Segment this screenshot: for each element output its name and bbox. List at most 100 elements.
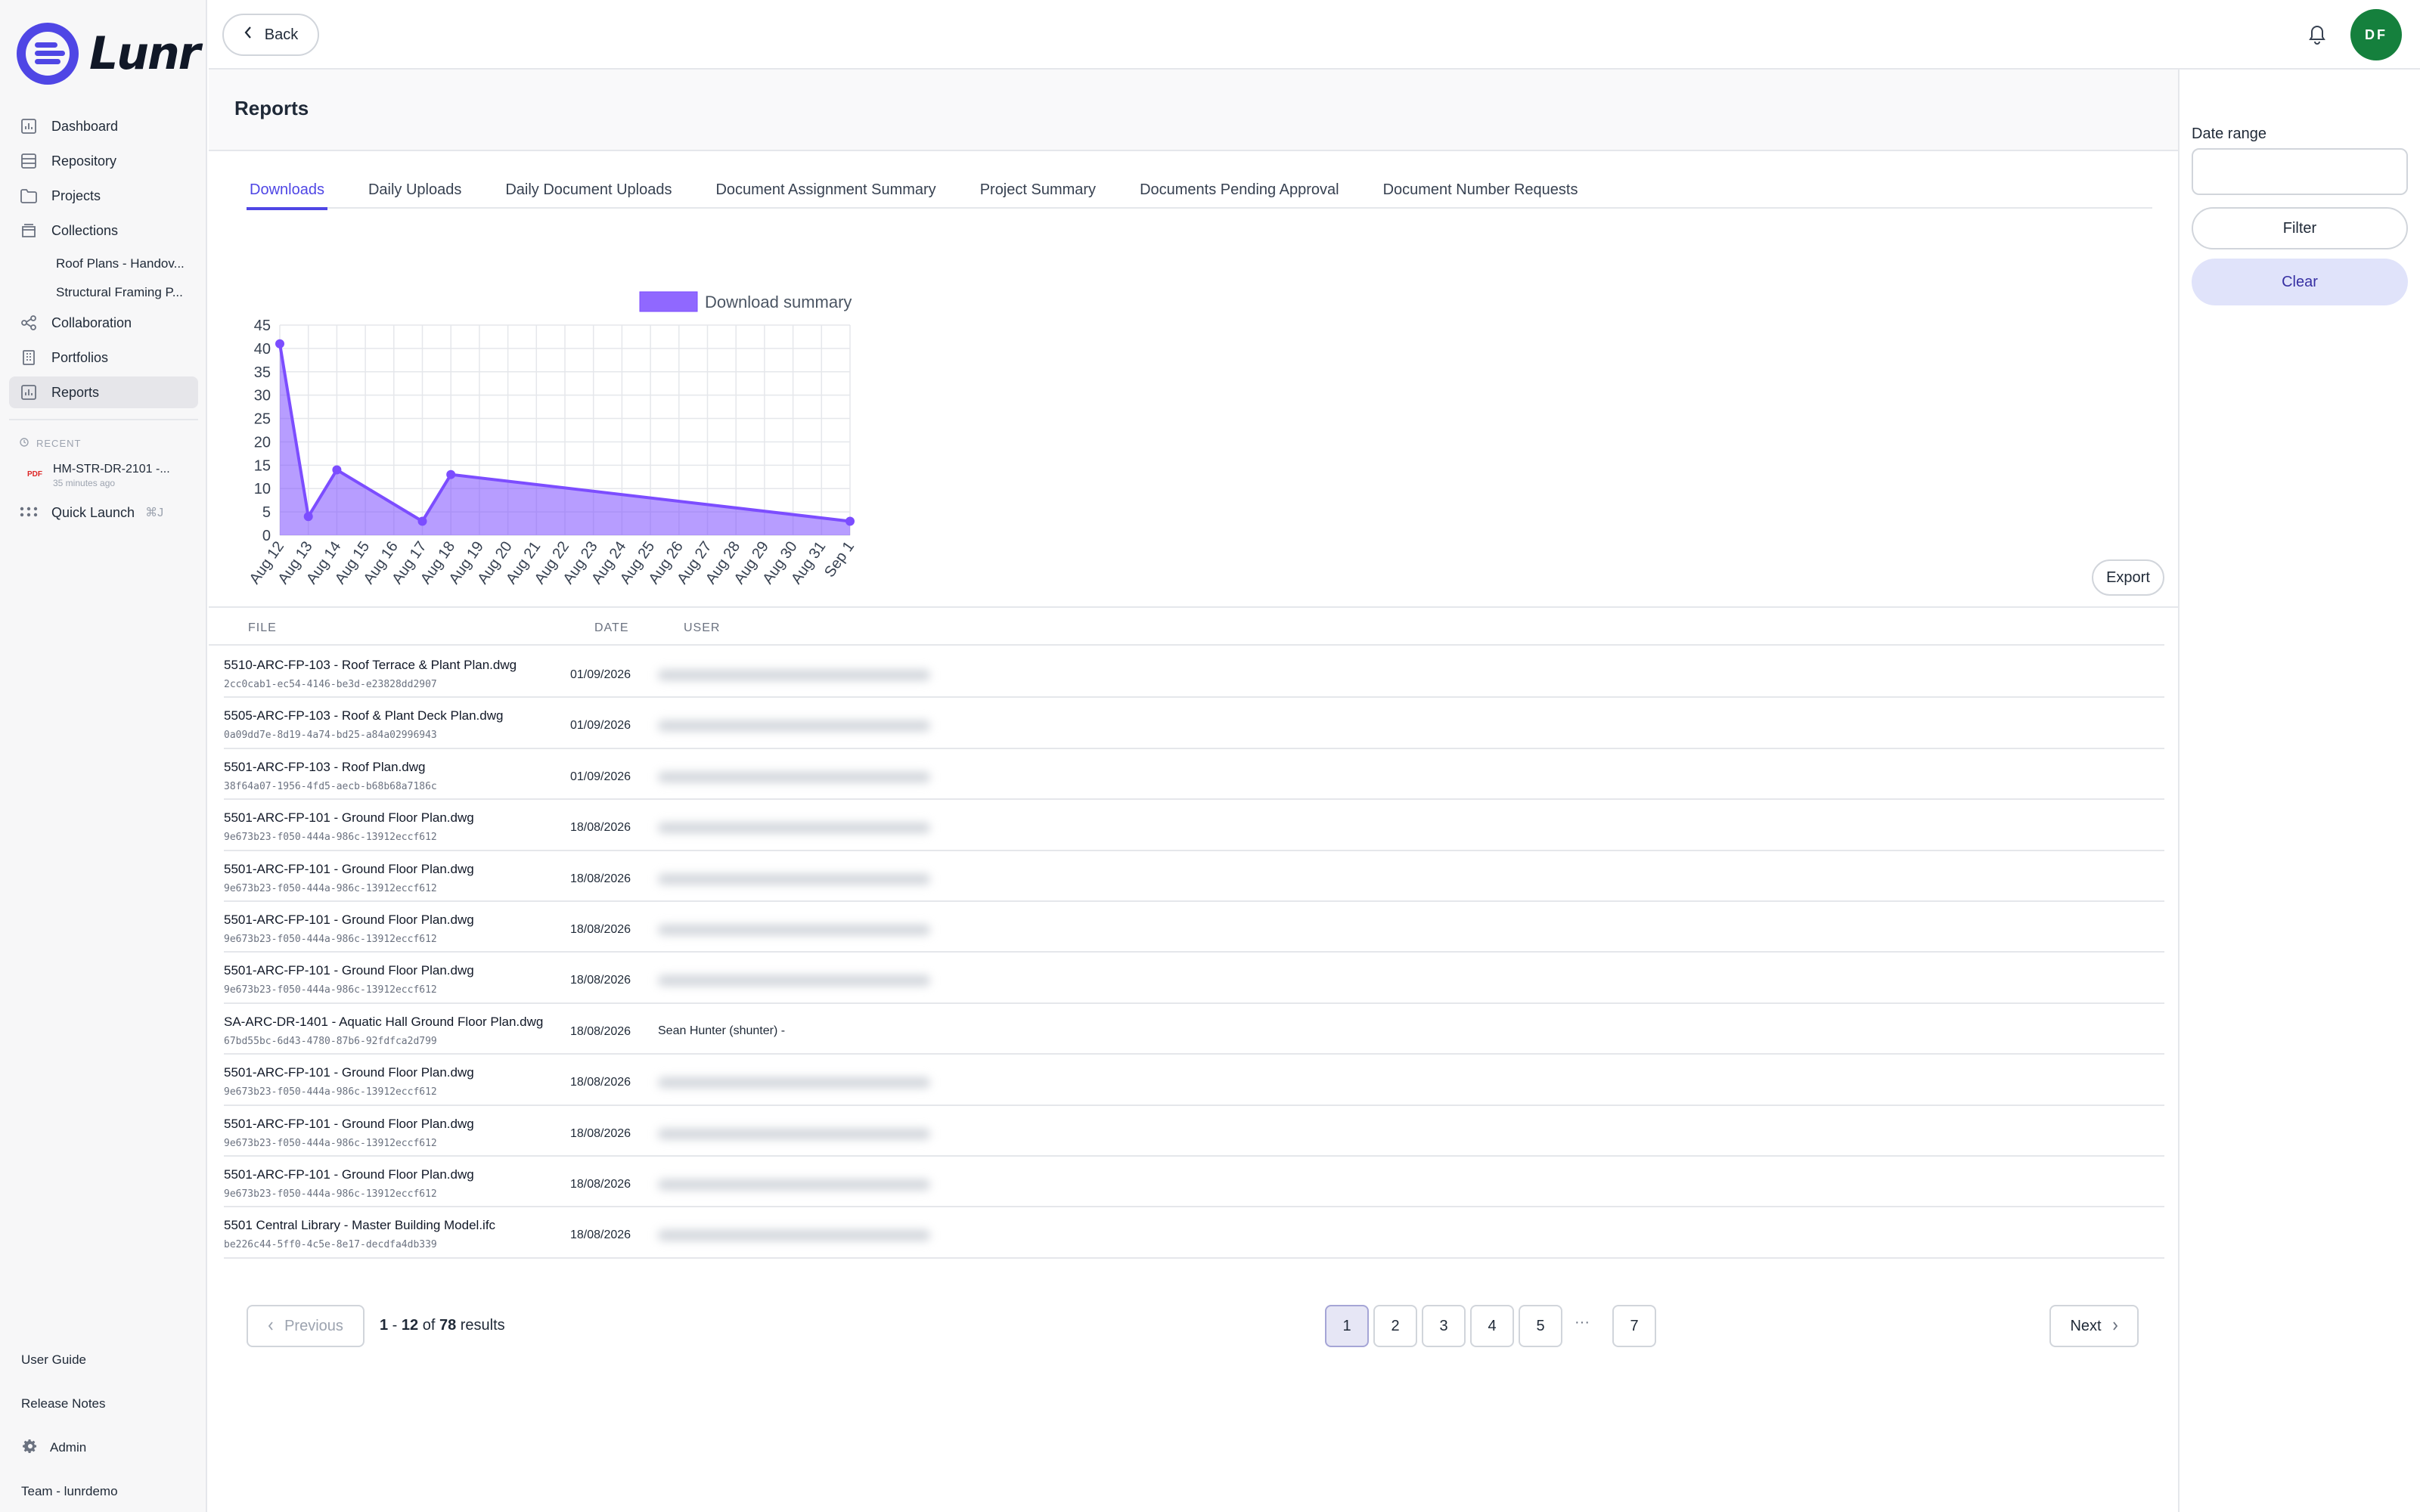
team-switcher[interactable]: Team - lunrdemo (21, 1470, 195, 1512)
chart-data-point (845, 516, 855, 526)
table-row[interactable]: 5501-ARC-FP-101 - Ground Floor Plan.dwg 9… (224, 1157, 2164, 1208)
sidebar-nav: Dashboard Repository Projects Collection… (9, 110, 198, 528)
table-row[interactable]: 5501-ARC-FP-101 - Ground Floor Plan.dwg 9… (224, 953, 2164, 1004)
clear-button[interactable]: Clear (2192, 259, 2408, 305)
column-header-file[interactable]: FILE (248, 621, 277, 635)
table-row[interactable]: 5501-ARC-FP-101 - Ground Floor Plan.dwg 9… (224, 851, 2164, 902)
table-row[interactable]: 5501-ARC-FP-101 - Ground Floor Plan.dwg 9… (224, 902, 2164, 953)
date-range-input[interactable] (2192, 148, 2408, 195)
sidebar-item-label: Repository (51, 153, 117, 169)
file-id: 9e673b23-f050-444a-986c-13912eccf612 (224, 882, 437, 894)
page-button-2[interactable]: 2 (1373, 1305, 1417, 1347)
download-user (658, 720, 930, 732)
table-row[interactable]: 5501-ARC-FP-101 - Ground Floor Plan.dwg 9… (224, 800, 2164, 851)
report-icon (20, 383, 38, 401)
sidebar-item-reports[interactable]: Reports (9, 376, 198, 408)
sidebar-item-projects[interactable]: Projects (9, 180, 198, 212)
export-button[interactable]: Export (2092, 559, 2164, 596)
lunr-logo-icon (17, 23, 79, 85)
logo[interactable]: Lunr (17, 23, 200, 85)
sidebar-item-label: Portfolios (51, 349, 109, 365)
sidebar-item-portfolios[interactable]: Portfolios (9, 342, 198, 373)
table-row[interactable]: 5510-ARC-FP-103 - Roof Terrace & Plant P… (224, 647, 2164, 699)
tab-daily-uploads[interactable]: Daily Uploads (365, 171, 464, 209)
top-bar: Back DF (209, 0, 2420, 70)
page-button-3[interactable]: 3 (1422, 1305, 1466, 1347)
recent-document-name: HM-STR-DR-2101 -... (53, 463, 170, 476)
tab-document-number-requests[interactable]: Document Number Requests (1380, 171, 1581, 209)
grid-dots-icon (20, 505, 38, 521)
file-name[interactable]: SA-ARC-DR-1401 - Aquatic Hall Ground Flo… (224, 1015, 543, 1030)
page-button-7[interactable]: 7 (1612, 1305, 1656, 1347)
recent-document[interactable]: PDF HM-STR-DR-2101 -... 35 minutes ago (9, 463, 198, 497)
chevron-left-icon (244, 26, 253, 44)
chart-y-tick-label: 35 (254, 364, 271, 381)
file-id: 9e673b23-f050-444a-986c-13912eccf612 (224, 933, 437, 945)
page-button-4[interactable]: 4 (1470, 1305, 1514, 1347)
download-date: 18/08/2026 (570, 1076, 631, 1089)
download-user (658, 823, 930, 834)
table-row[interactable]: 5501-ARC-FP-103 - Roof Plan.dwg 38f64a07-… (224, 749, 2164, 801)
file-name[interactable]: 5501-ARC-FP-101 - Ground Floor Plan.dwg (224, 1117, 474, 1132)
recent-heading: RECENT (9, 434, 198, 452)
release-notes-link[interactable]: Release Notes (21, 1382, 195, 1426)
sidebar-item-repository[interactable]: Repository (9, 145, 198, 177)
file-name[interactable]: 5510-ARC-FP-103 - Roof Terrace & Plant P… (224, 658, 517, 673)
sidebar-item-label: Dashboard (51, 118, 119, 134)
gear-icon (21, 1437, 39, 1459)
table-row[interactable]: 5501-ARC-FP-101 - Ground Floor Plan.dwg 9… (224, 1055, 2164, 1106)
file-id: 9e673b23-f050-444a-986c-13912eccf612 (224, 832, 437, 844)
file-name[interactable]: 5501-ARC-FP-101 - Ground Floor Plan.dwg (224, 1065, 474, 1080)
sidebar-divider (9, 419, 198, 420)
bell-icon[interactable] (2304, 20, 2331, 47)
sidebar-item-collections[interactable]: Collections (9, 215, 198, 246)
admin-link[interactable]: Admin (21, 1426, 195, 1470)
column-header-date[interactable]: DATE (594, 621, 628, 635)
tab-documents-pending-approval[interactable]: Documents Pending Approval (1137, 171, 1342, 209)
file-id: 0a09dd7e-8d19-4a74-bd25-a84a02996943 (224, 730, 437, 742)
download-date: 01/09/2026 (570, 770, 631, 783)
previous-label: Previous (284, 1317, 343, 1334)
page-button-5[interactable]: 5 (1519, 1305, 1562, 1347)
file-name[interactable]: 5501-ARC-FP-103 - Roof Plan.dwg (224, 760, 425, 775)
table-row[interactable]: SA-ARC-DR-1401 - Aquatic Hall Ground Flo… (224, 1004, 2164, 1055)
table-row[interactable]: 5505-ARC-FP-103 - Roof & Plant Deck Plan… (224, 698, 2164, 749)
back-button[interactable]: Back (222, 14, 319, 56)
table-row[interactable]: 5501 Central Library - Master Building M… (224, 1207, 2164, 1259)
file-name[interactable]: 5501 Central Library - Master Building M… (224, 1218, 495, 1233)
download-date: 18/08/2026 (570, 1126, 631, 1140)
chart-y-tick-label: 15 (254, 457, 271, 474)
file-name[interactable]: 5505-ARC-FP-103 - Roof & Plant Deck Plan… (224, 708, 503, 723)
avatar[interactable]: DF (2350, 9, 2402, 60)
filter-button[interactable]: Filter (2192, 207, 2408, 249)
file-name[interactable]: 5501-ARC-FP-101 - Ground Floor Plan.dwg (224, 810, 474, 826)
collection-item-roof-plans[interactable]: Roof Plans - Handov... (9, 249, 198, 278)
filter-panel: Date range Filter Clear (2178, 70, 2420, 1512)
page-button-1[interactable]: 1 (1325, 1305, 1369, 1347)
tab-daily-document-uploads[interactable]: Daily Document Uploads (502, 171, 675, 209)
download-user (658, 670, 930, 680)
tab-project-summary[interactable]: Project Summary (977, 171, 1099, 209)
sidebar-item-dashboard[interactable]: Dashboard (9, 110, 198, 142)
file-name[interactable]: 5501-ARC-FP-101 - Ground Floor Plan.dwg (224, 862, 474, 877)
table-row[interactable]: 5501-ARC-FP-101 - Ground Floor Plan.dwg 9… (224, 1106, 2164, 1157)
file-name[interactable]: 5501-ARC-FP-101 - Ground Floor Plan.dwg (224, 1167, 474, 1182)
tab-document-assignment-summary[interactable]: Document Assignment Summary (712, 171, 939, 209)
file-name[interactable]: 5501-ARC-FP-101 - Ground Floor Plan.dwg (224, 912, 474, 928)
tab-downloads[interactable]: Downloads (247, 171, 327, 210)
collection-item-structural-framing[interactable]: Structural Framing P... (9, 278, 198, 307)
page-title: Reports (234, 97, 309, 119)
download-date: 18/08/2026 (570, 872, 631, 885)
file-name[interactable]: 5501-ARC-FP-101 - Ground Floor Plan.dwg (224, 963, 474, 978)
download-user (658, 924, 930, 935)
sidebar-item-collaboration[interactable]: Collaboration (9, 307, 198, 339)
main-content: Reports Downloads Daily Uploads Daily Do… (209, 70, 2178, 1512)
quick-launch[interactable]: Quick Launch ⌘J (9, 497, 198, 528)
next-page-button[interactable]: Next (2049, 1305, 2139, 1347)
previous-page-button[interactable]: Previous (247, 1305, 365, 1347)
pdf-icon: PDF (27, 470, 42, 479)
pagination: Previous 1 - 12 of 78 results 1 2 3 4 5 … (247, 1303, 2145, 1349)
user-guide-link[interactable]: User Guide (21, 1338, 195, 1382)
column-header-user[interactable]: USER (684, 621, 720, 635)
chart-data-point (303, 512, 313, 522)
